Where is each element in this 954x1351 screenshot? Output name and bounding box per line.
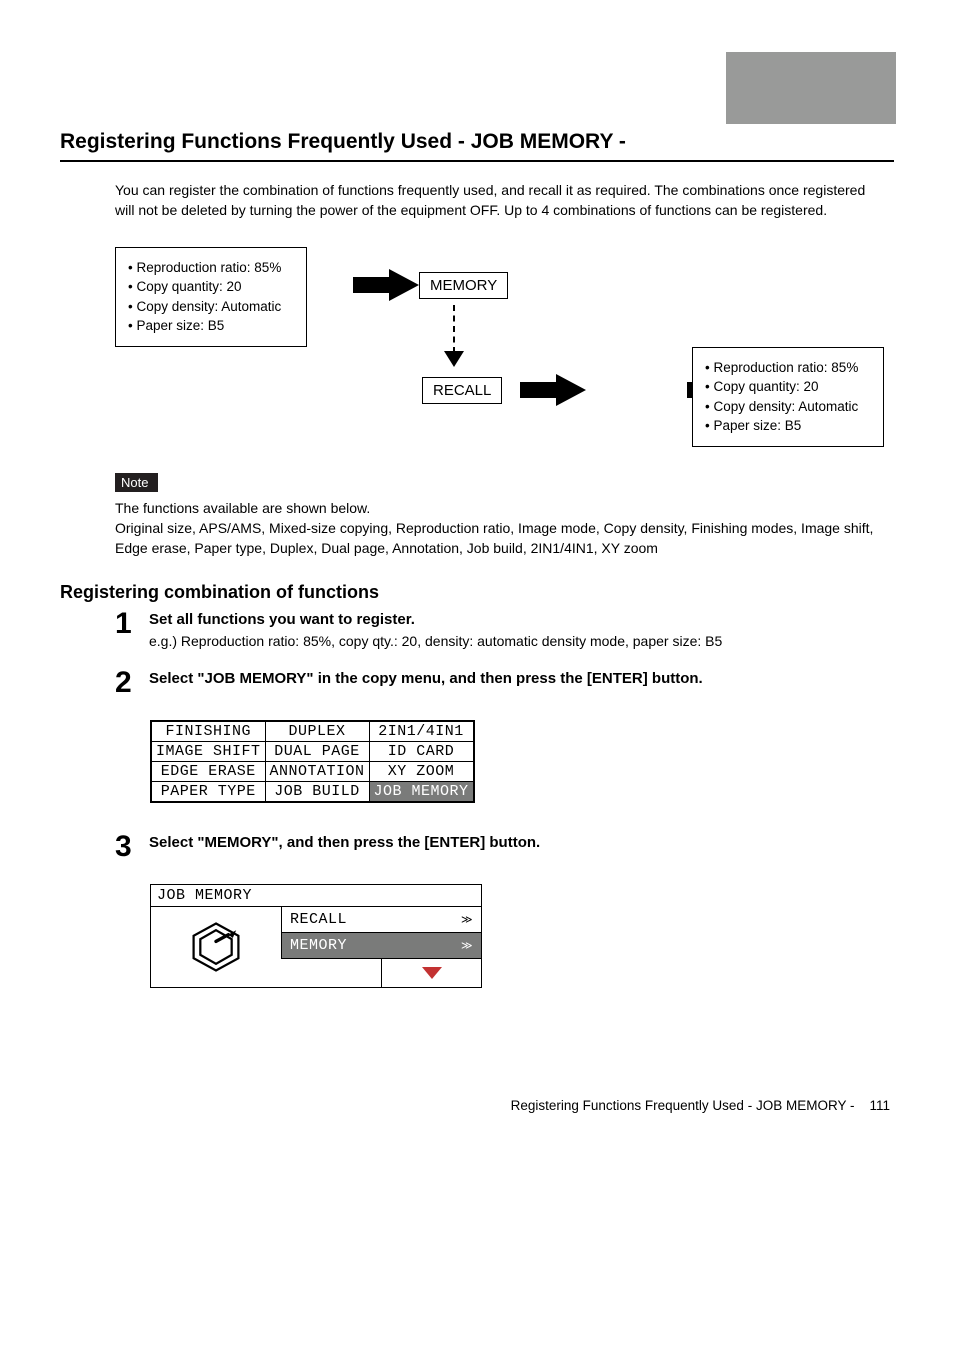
subheading: Registering combination of functions — [60, 582, 894, 603]
step-number: 2 — [115, 668, 145, 698]
setting-paper: Paper size: B5 — [705, 416, 871, 436]
menu-image-shift[interactable]: IMAGE SHIFT — [152, 742, 266, 762]
dash-line — [453, 305, 455, 353]
settings-output-box: Reproduction ratio: 85% Copy quantity: 2… — [692, 347, 884, 447]
menu-job-memory-selected[interactable]: JOB MEMORY — [369, 782, 473, 802]
page-title: Registering Functions Frequently Used - … — [60, 130, 894, 162]
memory-recall-diagram: Reproduction ratio: 85% Copy quantity: 2… — [115, 247, 894, 447]
setting-density: Copy density: Automatic — [128, 297, 294, 317]
menu-2in1-4in1[interactable]: 2IN1/4IN1 — [369, 722, 473, 742]
lcd-header: JOB MEMORY — [151, 885, 481, 907]
job-memory-icon — [151, 907, 281, 987]
note-line1: The functions available are shown below. — [115, 498, 884, 518]
settings-input-box: Reproduction ratio: 85% Copy quantity: 2… — [115, 247, 307, 347]
menu-id-card[interactable]: ID CARD — [369, 742, 473, 762]
option-memory-selected[interactable]: MEMORY ≫ — [281, 933, 481, 959]
memory-label-box: MEMORY — [419, 272, 508, 299]
menu-paper-type[interactable]: PAPER TYPE — [152, 782, 266, 802]
setting-density: Copy density: Automatic — [705, 397, 871, 417]
arrow-right-icon — [389, 269, 419, 301]
step-title: Select "JOB MEMORY" in the copy menu, an… — [149, 670, 894, 687]
menu-duplex[interactable]: DUPLEX — [265, 722, 369, 742]
job-memory-lcd: JOB MEMORY RECALL ≫ MEMORY ≫ — [150, 884, 482, 988]
arrow-right-icon — [556, 374, 586, 406]
setting-qty: Copy quantity: 20 — [705, 377, 871, 397]
scroll-down-button[interactable] — [381, 959, 481, 987]
intro-paragraph: You can register the combination of func… — [115, 180, 884, 221]
option-label: MEMORY — [290, 937, 347, 954]
header-gray-box — [726, 52, 896, 124]
footer-page-number: 111 — [869, 1098, 890, 1113]
chevron-right-icon: ≫ — [461, 939, 473, 952]
step-3: 3 Select "MEMORY", and then press the [E… — [115, 834, 894, 862]
triangle-down-icon — [422, 967, 442, 979]
option-label: RECALL — [290, 911, 347, 928]
menu-edge-erase[interactable]: EDGE ERASE — [152, 762, 266, 782]
chevron-right-icon: ≫ — [461, 913, 473, 926]
step-title: Select "MEMORY", and then press the [ENT… — [149, 834, 894, 851]
setting-qty: Copy quantity: 20 — [128, 277, 294, 297]
menu-annotation[interactable]: ANNOTATION — [265, 762, 369, 782]
menu-dual-page[interactable]: DUAL PAGE — [265, 742, 369, 762]
step-body: e.g.) Reproduction ratio: 85%, copy qty.… — [149, 632, 894, 652]
memory-chip-icon — [188, 919, 244, 975]
page-footer: Registering Functions Frequently Used - … — [60, 1098, 894, 1113]
menu-xy-zoom[interactable]: XY ZOOM — [369, 762, 473, 782]
step-number: 1 — [115, 609, 145, 639]
setting-repro: Reproduction ratio: 85% — [128, 258, 294, 278]
copy-menu-lcd: FINISHING DUPLEX 2IN1/4IN1 IMAGE SHIFT D… — [150, 720, 475, 803]
step-number: 3 — [115, 832, 145, 862]
menu-finishing[interactable]: FINISHING — [152, 722, 266, 742]
menu-job-build[interactable]: JOB BUILD — [265, 782, 369, 802]
note-badge: Note — [115, 473, 158, 492]
footer-text: Registering Functions Frequently Used - … — [511, 1098, 855, 1113]
option-recall[interactable]: RECALL ≫ — [281, 907, 481, 933]
step-title: Set all functions you want to register. — [149, 611, 894, 628]
note-line2: Original size, APS/AMS, Mixed-size copyi… — [115, 518, 884, 559]
arrow-down-icon — [444, 351, 464, 367]
step-1: 1 Set all functions you want to register… — [115, 611, 894, 652]
recall-label-box: RECALL — [422, 377, 502, 404]
step-2: 2 Select "JOB MEMORY" in the copy menu, … — [115, 670, 894, 698]
setting-repro: Reproduction ratio: 85% — [705, 358, 871, 378]
setting-paper: Paper size: B5 — [128, 316, 294, 336]
